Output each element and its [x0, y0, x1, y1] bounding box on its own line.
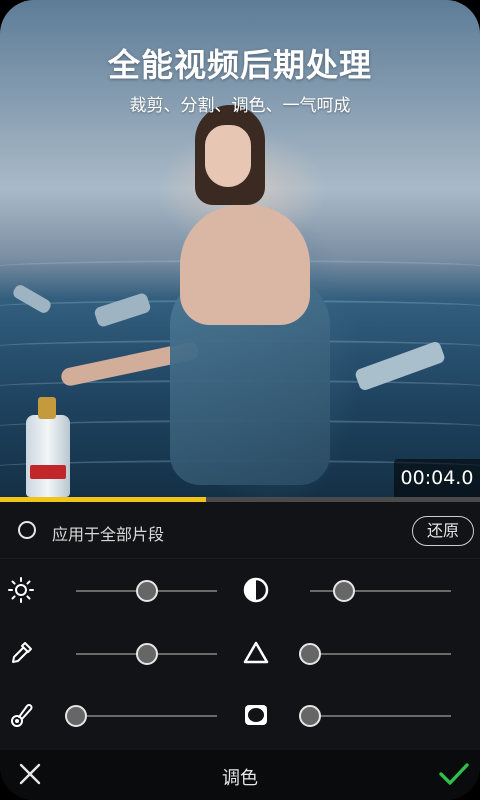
- apply-all-row[interactable]: 应用于全部片段 还原: [0, 516, 480, 548]
- figure-torso: [180, 205, 310, 325]
- sun-icon: [8, 577, 34, 603]
- timestamp: 00:04.0: [394, 459, 480, 497]
- check-icon[interactable]: [438, 760, 470, 788]
- vignette-slider-thumb[interactable]: [299, 705, 321, 727]
- vignette-slider[interactable]: [299, 705, 451, 727]
- control-row: [0, 633, 480, 673]
- figure-face: [205, 125, 251, 187]
- vignette-icon: [245, 705, 267, 725]
- temperature-slider[interactable]: [65, 705, 217, 727]
- app-screen: 全能视频后期处理 裁剪、分割、调色、一气呵成 00:04.0 应用于全部片段 还…: [0, 0, 480, 800]
- saturation-slider[interactable]: [76, 643, 217, 665]
- triangle-icon: [243, 641, 269, 664]
- preview-title: 全能视频后期处理: [107, 46, 372, 84]
- brightness-slider-thumb[interactable]: [135, 580, 158, 602]
- floating-chair: [93, 291, 152, 329]
- divider: [0, 558, 480, 559]
- saturation-slider-thumb[interactable]: [135, 643, 158, 665]
- apply-all-label: 应用于全部片段: [52, 525, 165, 544]
- bottle-neck: [38, 397, 56, 419]
- sharpen-slider-thumb[interactable]: [299, 643, 321, 665]
- dropper-icon: [12, 642, 32, 663]
- contrast-slider-thumb[interactable]: [332, 580, 355, 602]
- woman-figure: [59, 105, 335, 485]
- sharpen-slider[interactable]: [299, 643, 451, 665]
- bottle-image: [26, 397, 70, 497]
- restore-button[interactable]: 还原: [412, 516, 474, 546]
- panel-title: 调色: [222, 768, 258, 789]
- thermometer-icon: [11, 704, 33, 727]
- brightness-slider[interactable]: [76, 580, 217, 602]
- preview-subtitle: 裁剪、分割、调色、一气呵成: [129, 96, 351, 116]
- control-row: [0, 695, 480, 735]
- bottle-label: [30, 465, 66, 479]
- control-row: [0, 570, 480, 610]
- video-preview[interactable]: 全能视频后期处理 裁剪、分割、调色、一气呵成 00:04.0: [0, 0, 480, 497]
- contrast-slider[interactable]: [310, 580, 451, 602]
- bottom-bar: 调色: [0, 750, 480, 800]
- apply-all-radio[interactable]: [18, 521, 36, 539]
- temperature-slider-thumb[interactable]: [65, 705, 87, 727]
- contrast-icon: [243, 577, 269, 603]
